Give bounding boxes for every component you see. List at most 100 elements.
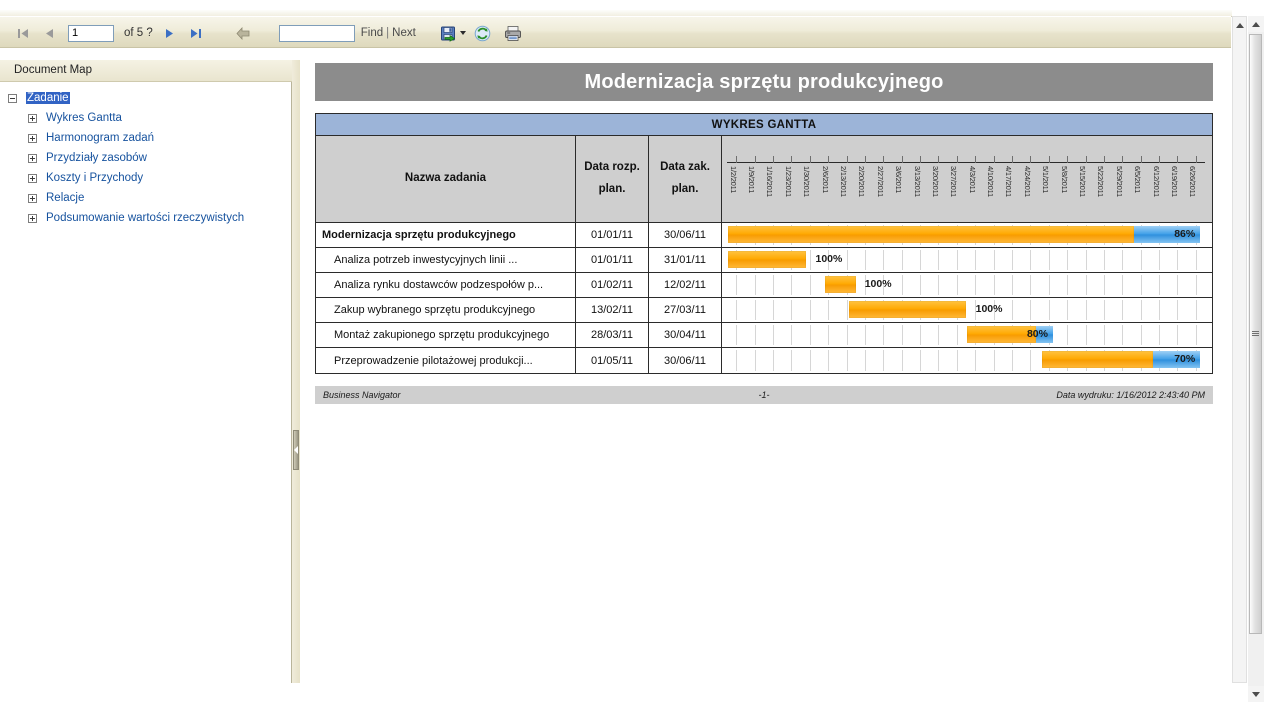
cell-start-date: 01/05/11 bbox=[576, 348, 649, 373]
window-scrollbar-thumb[interactable] bbox=[1249, 34, 1262, 634]
timeline-tick bbox=[1011, 156, 1013, 163]
timeline-tick-label: 4/17/2011 bbox=[1004, 166, 1014, 198]
last-page-button[interactable] bbox=[183, 21, 209, 45]
minus-expander-icon[interactable] bbox=[8, 93, 17, 103]
timeline-gridline bbox=[754, 275, 756, 295]
timeline-gridline bbox=[1030, 250, 1032, 270]
plus-expander-icon[interactable] bbox=[28, 113, 37, 123]
plus-expander-icon[interactable] bbox=[28, 173, 37, 183]
export-button[interactable] bbox=[438, 20, 468, 46]
tree-item-label-relacje[interactable]: Relacje bbox=[46, 192, 84, 204]
gantt-bar-percent-label: 100% bbox=[815, 253, 843, 265]
find-next-separator: | bbox=[386, 27, 390, 39]
timeline-gridline bbox=[1122, 250, 1124, 270]
timeline-gridline bbox=[993, 275, 995, 295]
timeline-tick bbox=[828, 156, 830, 163]
timeline-gridline bbox=[1122, 300, 1124, 320]
timeline-gridline bbox=[791, 325, 793, 345]
first-page-button[interactable] bbox=[10, 21, 36, 45]
print-button[interactable] bbox=[498, 20, 528, 46]
timeline-gridline bbox=[846, 250, 848, 270]
timeline-tick-label: 1/2/2011 bbox=[728, 166, 738, 194]
column-header-end-date: Data zak. plan. bbox=[649, 136, 722, 222]
scroll-up-button[interactable] bbox=[1233, 17, 1246, 33]
timeline-tick-label: 2/13/2011 bbox=[839, 166, 848, 198]
cell-end-date: 27/03/11 bbox=[649, 298, 722, 322]
page-count-label: of 5 ? bbox=[124, 27, 153, 39]
timeline-tick bbox=[938, 156, 940, 163]
timeline-tick-label: 1/23/2011 bbox=[783, 166, 793, 198]
timeline-gridline bbox=[1103, 250, 1105, 270]
page-number-input[interactable] bbox=[68, 24, 114, 42]
timeline-gridline bbox=[1067, 275, 1069, 295]
tree-node-podsumowanie[interactable]: Podsumowanie wartości rzeczywistych bbox=[0, 208, 292, 228]
cell-start-date: 13/02/11 bbox=[576, 298, 649, 322]
plus-expander-icon[interactable] bbox=[28, 133, 37, 143]
timeline-gridline bbox=[1103, 325, 1105, 345]
next-page-icon bbox=[166, 28, 174, 38]
tree-item-label-przydzialy-zasobow[interactable]: Przydziały zasobów bbox=[46, 152, 147, 164]
window-vertical-scrollbar[interactable] bbox=[1248, 16, 1264, 702]
cell-end-date: 12/02/11 bbox=[649, 273, 722, 297]
tree-node-koszty-i-przychody[interactable]: Koszty i Przychody bbox=[0, 168, 292, 188]
plus-expander-icon[interactable] bbox=[28, 193, 37, 203]
print-icon bbox=[504, 25, 521, 41]
timeline-gridline bbox=[1177, 250, 1179, 270]
timeline-gridline bbox=[828, 300, 830, 320]
timeline-gridline bbox=[1067, 325, 1069, 345]
window-scroll-up-button[interactable] bbox=[1248, 16, 1264, 32]
refresh-button[interactable] bbox=[468, 20, 498, 46]
window-right-edge bbox=[1264, 0, 1280, 702]
tree-item-label-harmonogram-zadan[interactable]: Harmonogram zadań bbox=[46, 132, 154, 144]
timeline-gridline bbox=[1048, 275, 1050, 295]
gantt-bar-work bbox=[727, 251, 807, 268]
timeline-tick-label: 1/16/2011 bbox=[765, 166, 775, 198]
table-row: Przeprowadzenie pilotażowej produkcji...… bbox=[316, 348, 1212, 373]
plus-expander-icon[interactable] bbox=[28, 153, 37, 163]
tree-node-wykres-gantta[interactable]: Wykres Gantta bbox=[0, 108, 292, 128]
gantt-bar: 100% bbox=[824, 276, 892, 293]
window-scroll-down-button[interactable] bbox=[1248, 686, 1264, 702]
next-page-button[interactable] bbox=[157, 21, 183, 45]
tree-item-label-podsumowanie[interactable]: Podsumowanie wartości rzeczywistych bbox=[46, 212, 244, 224]
search-input[interactable] bbox=[278, 24, 355, 42]
report-vertical-scrollbar[interactable] bbox=[1232, 16, 1247, 683]
timeline-tick-label: 1/9/2011 bbox=[747, 166, 757, 194]
timeline-gridline bbox=[1177, 300, 1179, 320]
gantt-task-rows: Modernizacja sprzętu produkcyjnego 01/01/… bbox=[316, 223, 1212, 373]
tree-node-przydzialy-zasobow[interactable]: Przydziały zasobów bbox=[0, 148, 292, 168]
tree-node-root[interactable]: Zadanie bbox=[0, 88, 292, 108]
timeline-axis-header: 1/2/2011 1/9/2011 1/16/2011 1/23/2011 1/30/2… bbox=[722, 136, 1210, 222]
cell-start-date: 01/01/11 bbox=[576, 248, 649, 272]
gantt-bar: 70% bbox=[1042, 351, 1201, 368]
table-row: Modernizacja sprzętu produkcyjnego 01/01/… bbox=[316, 223, 1212, 248]
chevron-up-icon bbox=[1252, 21, 1260, 27]
timeline-gridline bbox=[809, 300, 811, 320]
timeline-gridline bbox=[1048, 300, 1050, 320]
report-viewer-window: of 5 ? Find | Nex bbox=[0, 0, 1280, 702]
cell-task-name: Zakup wybranego sprzętu produkcyjnego bbox=[316, 298, 576, 322]
back-to-parent-button[interactable] bbox=[231, 21, 257, 45]
gantt-bar-work bbox=[966, 326, 1036, 343]
timeline-tick-label: 6/19/2011 bbox=[1169, 166, 1179, 198]
timeline-gridline bbox=[772, 275, 774, 295]
gantt-section-title: WYKRES GANTTA bbox=[316, 114, 1212, 136]
timeline-gridline bbox=[809, 350, 811, 371]
find-button[interactable]: Find bbox=[361, 27, 383, 39]
panel-splitter[interactable] bbox=[292, 60, 300, 683]
timeline-gridline bbox=[791, 275, 793, 295]
tree-item-label-koszty-i-przychody[interactable]: Koszty i Przychody bbox=[46, 172, 143, 184]
find-next-button[interactable]: Next bbox=[392, 27, 416, 39]
timeline-tick bbox=[1159, 156, 1161, 163]
plus-expander-icon[interactable] bbox=[28, 213, 37, 223]
tree-item-label-zadanie[interactable]: Zadanie bbox=[26, 92, 70, 104]
timeline-tick bbox=[901, 156, 903, 163]
timeline-gridline bbox=[883, 325, 885, 345]
panel-collapse-handle[interactable] bbox=[293, 430, 299, 470]
tree-item-label-wykres-gantta[interactable]: Wykres Gantta bbox=[46, 112, 122, 124]
export-dropdown-caret-icon[interactable] bbox=[459, 31, 466, 35]
cell-gantt-bar: 100% bbox=[722, 273, 1210, 297]
tree-node-relacje[interactable]: Relacje bbox=[0, 188, 292, 208]
previous-page-button[interactable] bbox=[36, 21, 62, 45]
tree-node-harmonogram-zadan[interactable]: Harmonogram zadań bbox=[0, 128, 292, 148]
